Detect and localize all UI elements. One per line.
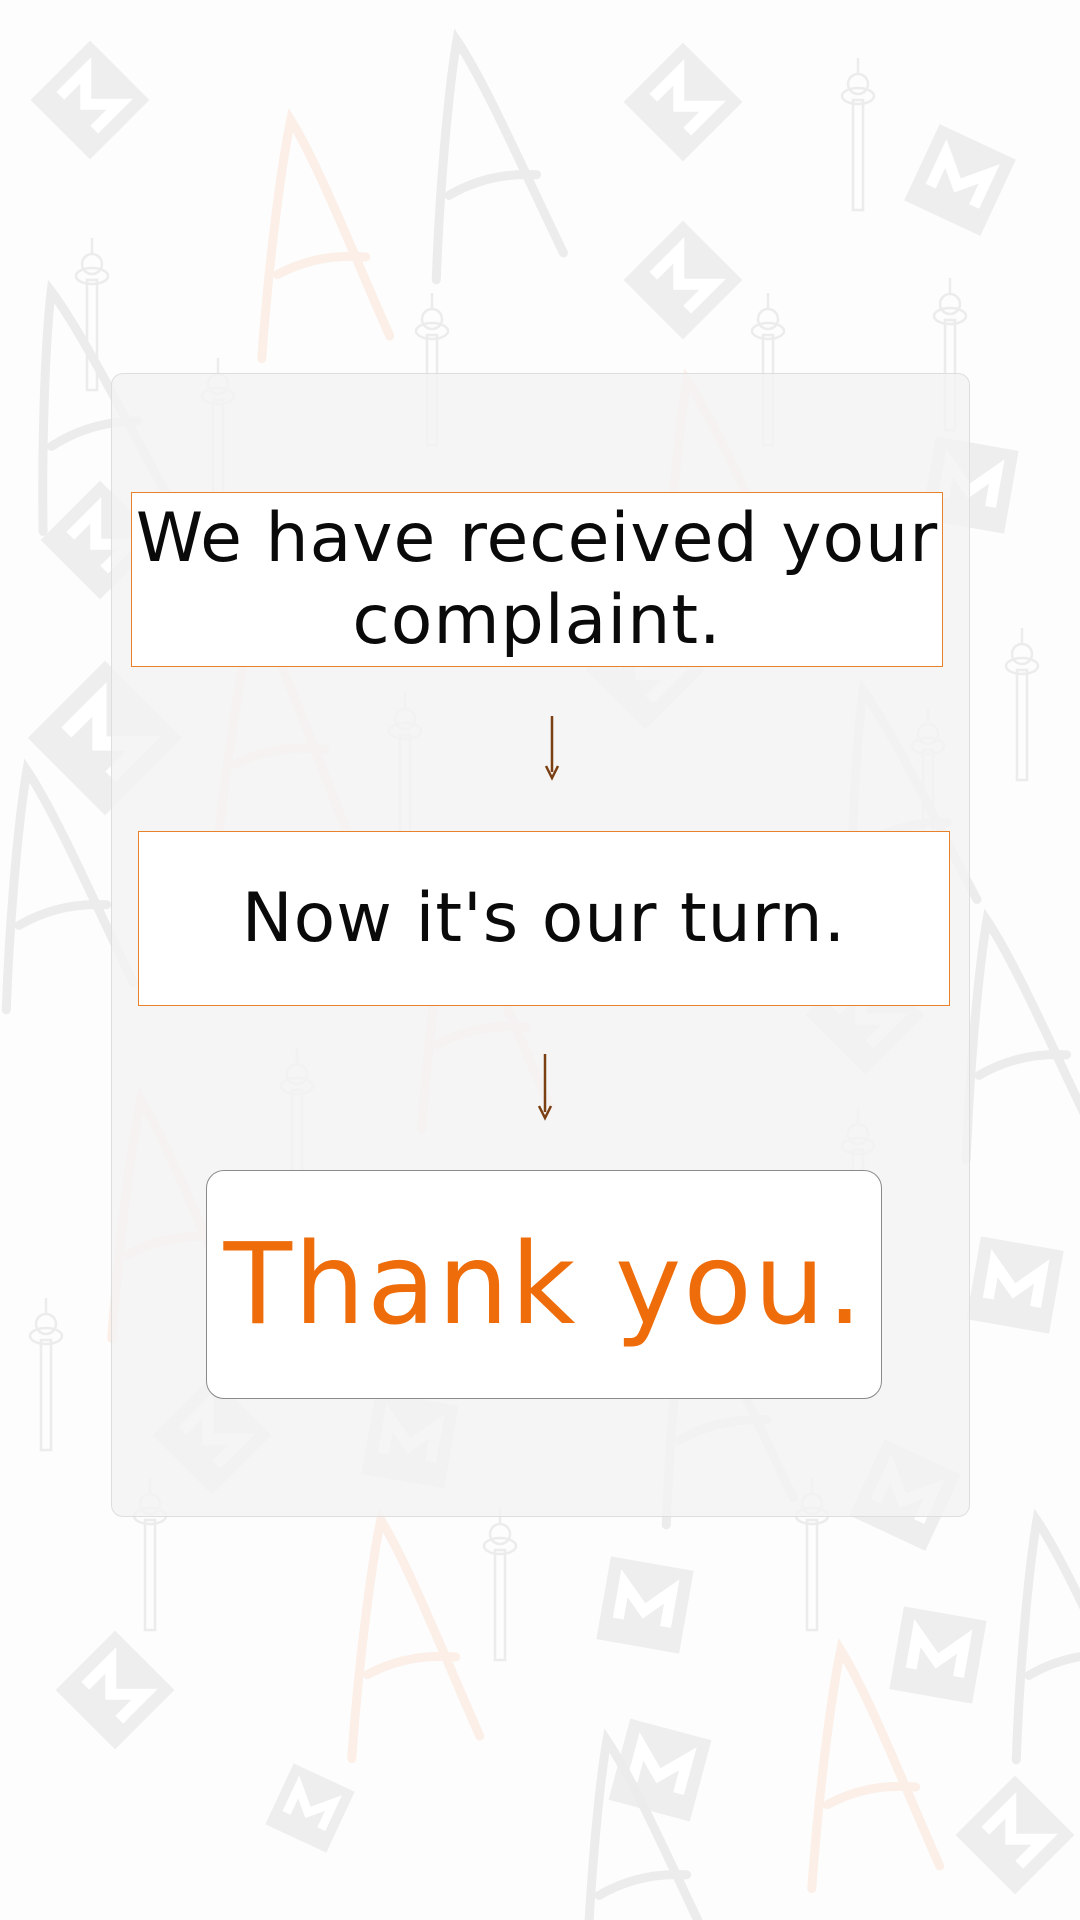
tower-icon [482, 1506, 518, 1662]
complaint-received-text: We have received your complaint. [135, 498, 939, 660]
letter-a-icon [222, 110, 390, 359]
letter-a-icon [312, 1510, 480, 1759]
m-logo-icon [966, 1236, 1063, 1333]
letter-a-icon [968, 1508, 1080, 1760]
our-turn-box: Now it's our turn. [138, 831, 950, 1006]
m-logo-icon [596, 1556, 693, 1653]
m-logo-icon [889, 1606, 986, 1703]
arrow-down-icon [544, 716, 560, 781]
m-logo-icon [624, 43, 743, 162]
arrow-down-icon [537, 1054, 553, 1121]
m-logo-icon [265, 1763, 354, 1852]
our-turn-text: Now it's our turn. [241, 878, 847, 958]
m-logo-icon [624, 221, 743, 340]
tower-icon [74, 236, 110, 392]
tower-icon [28, 1296, 64, 1452]
m-logo-icon [31, 41, 150, 160]
thank-you-text: Thank you. [223, 1219, 865, 1350]
thank-you-box: Thank you. [206, 1170, 882, 1399]
m-logo-icon [56, 1631, 175, 1750]
m-logo-icon [956, 1776, 1075, 1895]
letter-a-icon [538, 1728, 713, 1920]
letter-a-icon [388, 28, 563, 280]
m-logo-icon [609, 1719, 712, 1822]
m-logo-icon [904, 124, 1016, 236]
letter-a-icon [772, 1640, 940, 1889]
tower-icon [1004, 626, 1040, 782]
complaint-received-box: We have received your complaint. [131, 492, 943, 667]
tower-icon [840, 56, 876, 212]
